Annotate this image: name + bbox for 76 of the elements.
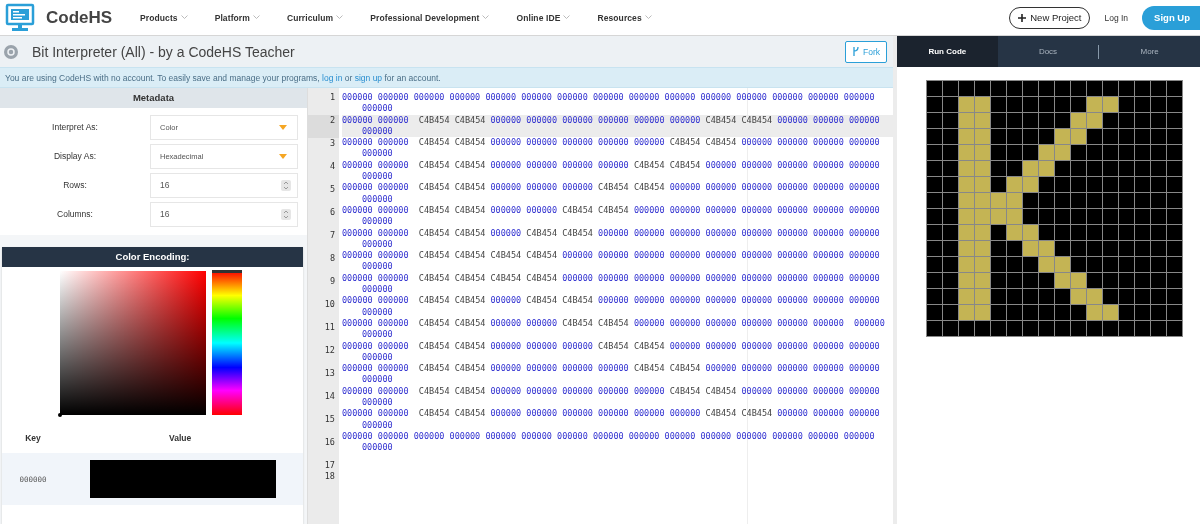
line-number: 9: [328, 276, 336, 288]
code-line[interactable]: 000000 000000 C4B454 C4B454 000000 000000 000000 000000 000000 C4B454 C4B454 000000 000000 000000 000000 000000: [342, 385, 892, 409]
code-line[interactable]: 000000 000000 000000 000000 000000 000000 000000 000000 000000 000000 000000 000000 000000 000000 000000 000000: [342, 430, 892, 454]
code-line[interactable]: 000000 000000 C4B454 C4B454 000000 000000 C4B454 C4B454 000000 000000 000000 000000 000000 000000 000000 000000: [342, 204, 892, 228]
code-line[interactable]: 000000 000000 C4B454 C4B454 C4B454 C4B454 000000 000000 000000 000000 000000 000000 000000 000000 000000 000000: [342, 250, 892, 273]
spinner-icon[interactable]: [281, 208, 291, 220]
nav-menu-link[interactable]: Platform: [214, 12, 260, 23]
brand-name[interactable]: CodeHS: [46, 7, 113, 28]
chevron-down-icon: [252, 15, 260, 20]
nav-menu-link[interactable]: Products: [140, 12, 188, 23]
code-line[interactable]: 000000 000000 C4B454 C4B454 000000 000000 000000 000000 000000 000000 C4B454 C4B454 000000 000000 000000 000000: [342, 408, 892, 431]
chevron-down-icon: [336, 15, 344, 20]
field-label: Interpret As:: [51, 122, 99, 132]
field-label: Columns:: [56, 209, 94, 219]
line-number: 16: [323, 437, 336, 449]
code-line[interactable]: 000000 000000 C4B454 C4B454 000000 000000 000000 000000 000000 000000 C4B454 C4B454 000000 000000 000000 000000: [342, 114, 892, 138]
code-editor[interactable]: [308, 88, 893, 524]
number-input[interactable]: 16: [150, 172, 298, 198]
caret-icon: [279, 153, 287, 159]
number-input[interactable]: 16: [150, 201, 298, 227]
account-notice: You are using CodeHS with no account. To easily save and manage your programs, log in or sign up for an account.: [5, 72, 441, 83]
new-project-button[interactable]: New Project: [1009, 6, 1091, 29]
line-number: 14: [323, 391, 336, 403]
chevron-down-icon: [180, 15, 188, 20]
line-number: 10: [323, 299, 336, 311]
line-number: 7: [328, 230, 336, 242]
field-label: Rows:: [62, 180, 88, 190]
column-header: Value: [169, 433, 192, 443]
code-line[interactable]: 000000 000000 C4B454 C4B454 000000 000000 000000 C4B454 C4B454 000000 000000 000000 000000 000000 000000 000000: [342, 182, 892, 205]
nav-menu-link[interactable]: Resources: [597, 12, 652, 23]
line-number: 12: [323, 345, 336, 357]
fork-icon: [852, 46, 860, 57]
line-number: 1: [328, 92, 336, 104]
panel-tab[interactable]: Docs: [997, 36, 1099, 67]
chevron-down-icon: [563, 15, 571, 20]
code-line[interactable]: 000000 000000 C4B454 C4B454 C4B454 C4B454 000000 000000 000000 000000 000000 000000 000000 000000 000000 000000: [342, 272, 892, 296]
code-line[interactable]: 000000 000000 000000 000000 000000 000000 000000 000000 000000 000000 000000 000000 000000 000000 000000 000000: [342, 92, 892, 115]
caret-icon: [279, 124, 287, 130]
settings-icon[interactable]: [4, 44, 18, 59]
code-line[interactable]: 000000 000000 C4B454 C4B454 000000 000000 000000 000000 000000 C4B454 C4B454 000000 000000 000000 000000 000000: [342, 137, 892, 160]
chevron-down-icon: [644, 15, 652, 20]
line-number: 8: [328, 253, 336, 265]
color-saturation-picker[interactable]: [60, 271, 206, 415]
log-in-link[interactable]: Log In: [1104, 12, 1129, 23]
code-line[interactable]: 000000 000000 C4B454 C4B454 000000 000000 000000 000000 C4B454 C4B454 000000 000000 000000 000000 000000 000000: [342, 159, 892, 183]
line-number: 4: [328, 161, 336, 173]
slider-thumb[interactable]: [212, 270, 242, 273]
code-line[interactable]: 000000 000000 C4B454 C4B454 000000 000000 000000 C4B454 C4B454 000000 000000 000000 000000 000000 000000 000000: [342, 340, 892, 364]
line-number: 2: [308, 115, 339, 138]
color-encoding-header: Color Encoding:: [2, 247, 303, 267]
line-number: 13: [323, 368, 336, 380]
program-title: Bit Interpreter (All) - by a CodeHS Teacher: [32, 43, 296, 60]
metadata-header: Metadata: [0, 88, 307, 108]
column-header: Key: [24, 433, 42, 443]
code-line[interactable]: 000000 000000 C4B454 C4B454 000000 C4B454 C4B454 000000 000000 000000 000000 000000 000000 000000 000000 000000: [342, 295, 892, 318]
nav-menu-link[interactable]: Professional Development: [370, 12, 490, 23]
line-number: 3: [328, 138, 336, 150]
nav-menu-link[interactable]: Online IDE: [516, 12, 571, 23]
panel-tab[interactable]: More: [1099, 36, 1200, 67]
spinner-icon[interactable]: [281, 179, 291, 191]
chevron-down-icon: [482, 15, 490, 20]
nav-menu-link[interactable]: Curriculum: [286, 12, 344, 23]
line-number: 17: [323, 460, 336, 471]
line-number: 6: [328, 207, 336, 219]
code-line[interactable]: 000000 000000 C4B454 C4B454 000000 000000 C4B454 C4B454 000000 000000 000000 000000 000000 000000 000000 000000: [342, 317, 892, 341]
code-line[interactable]: 000000 000000 C4B454 C4B454 000000 000000 000000 000000 C4B454 C4B454 000000 000000 000000 000000 000000 000000: [342, 363, 892, 386]
line-number: 11: [323, 322, 336, 334]
plus-icon: [1018, 13, 1027, 22]
computer-monitor-icon[interactable]: [5, 2, 35, 33]
line-number: 15: [323, 414, 336, 426]
line-number: 18: [323, 471, 336, 482]
field-label: Display As:: [52, 151, 97, 161]
hue-slider[interactable]: [212, 271, 242, 415]
code-line[interactable]: 000000 000000 C4B454 C4B454 000000 C4B454 C4B454 000000 000000 000000 000000 000000 000000 000000 000000 000000: [342, 227, 892, 251]
panel-tab[interactable]: Run Code: [897, 36, 998, 67]
line-number: 5: [328, 184, 336, 196]
